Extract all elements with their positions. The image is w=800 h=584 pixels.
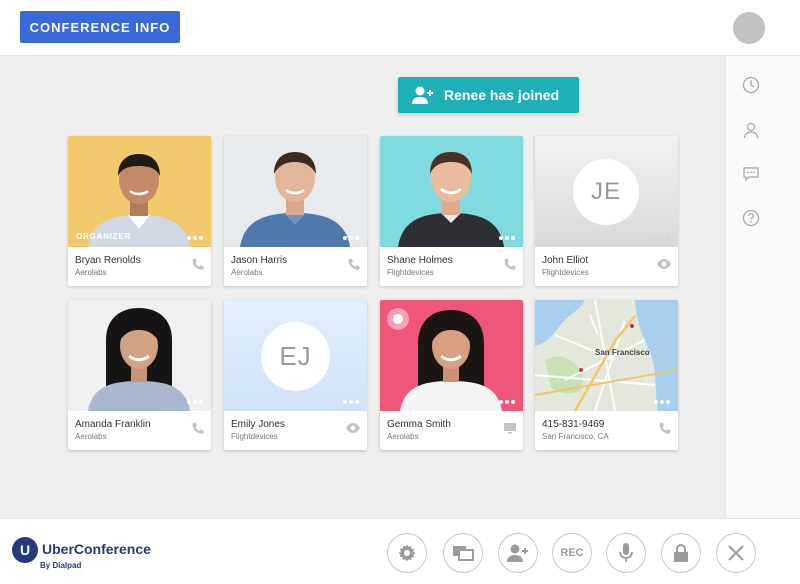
settings-button[interactable] [387, 533, 427, 573]
participant-name: Bryan Renolds [75, 255, 141, 266]
close-icon [728, 545, 744, 561]
participant-card[interactable]: EJ Emily Jones Flightdevices [224, 300, 367, 450]
participant-name: 415-831-9469 [542, 419, 605, 430]
more-options-icon[interactable] [654, 236, 670, 240]
top-bar: CONFERENCE INFO [0, 0, 800, 56]
brand-byline: By Dialpad [40, 561, 82, 570]
more-options-icon[interactable] [654, 400, 670, 404]
participant-photo [224, 136, 367, 247]
participant-name: Gemma Smith [387, 419, 451, 430]
participant-photo [68, 300, 211, 411]
more-options-icon[interactable] [499, 400, 515, 404]
record-button[interactable]: REC [552, 533, 592, 573]
lock-icon [674, 544, 688, 562]
participant-name: Amanda Franklin [75, 419, 151, 430]
participant-photo: ORGANIZER [68, 136, 211, 247]
speaking-indicator [387, 308, 409, 330]
participant-initials: EJ [261, 322, 330, 391]
participant-org: Aerolabs [387, 432, 419, 441]
help-icon[interactable] [741, 208, 761, 228]
organizer-badge: ORGANIZER [76, 232, 132, 241]
user-avatar[interactable] [733, 12, 765, 44]
add-participant-button[interactable] [498, 533, 538, 573]
eye-icon [657, 259, 671, 269]
participant-card[interactable]: Shane Holmes Flightdevices [380, 136, 523, 286]
location-map: San Francisco [535, 300, 678, 411]
participant-name: Jason Harris [231, 255, 288, 266]
participant-org: Aerolabs [231, 268, 263, 277]
gear-icon [398, 544, 416, 562]
participant-card[interactable]: San Francisco 415-831-9469 San Francisco… [535, 300, 678, 450]
eye-icon [346, 423, 360, 433]
participant-org: Flightdevices [387, 268, 434, 277]
more-options-icon[interactable] [499, 236, 515, 240]
participant-org: Aerolabs [75, 268, 107, 277]
participant-name: Shane Holmes [387, 255, 453, 266]
participant-org: Aerolabs [75, 432, 107, 441]
lock-button[interactable] [661, 533, 701, 573]
participant-card[interactable]: Jason Harris Aerolabs [224, 136, 367, 286]
participant-card[interactable]: JE John Elliot Flightdevices [535, 136, 678, 286]
participant-card[interactable]: Amanda Franklin Aerolabs [68, 300, 211, 450]
bottom-bar: U UberConference By Dialpad REC [0, 518, 800, 584]
phone-icon [192, 258, 204, 270]
map-label: San Francisco [595, 348, 650, 357]
screen-icon [504, 423, 516, 434]
end-call-button[interactable] [716, 533, 756, 573]
participant-card[interactable]: Gemma Smith Aerolabs [380, 300, 523, 450]
participant-initials: JE [573, 159, 639, 225]
screen-share-icon [453, 546, 474, 561]
phone-icon [504, 258, 516, 270]
add-user-icon [412, 86, 433, 104]
more-options-icon[interactable] [187, 236, 203, 240]
chat-icon[interactable] [741, 164, 761, 184]
more-options-icon[interactable] [187, 400, 203, 404]
right-sidebar [725, 56, 800, 518]
participant-org: Flightdevices [542, 268, 589, 277]
join-notification: Renee has joined [398, 77, 579, 113]
microphone-icon [619, 543, 633, 562]
clock-icon[interactable] [741, 75, 761, 95]
more-options-icon[interactable] [343, 400, 359, 404]
participant-name: Emily Jones [231, 419, 285, 430]
person-icon[interactable] [741, 120, 761, 140]
brand-name: UberConference [42, 541, 151, 557]
mute-button[interactable] [606, 533, 646, 573]
record-icon: REC [560, 547, 584, 559]
phone-icon [192, 422, 204, 434]
add-user-icon [507, 544, 528, 562]
phone-icon [348, 258, 360, 270]
participant-photo: EJ [224, 300, 367, 411]
participant-org: San Francisco, CA [542, 432, 609, 441]
more-options-icon[interactable] [343, 236, 359, 240]
participant-photo [380, 300, 523, 411]
uberconference-logo-icon: U [12, 537, 38, 563]
participant-name: John Elliot [542, 255, 589, 266]
participant-org: Flightdevices [231, 432, 278, 441]
phone-icon [659, 422, 671, 434]
participant-photo [380, 136, 523, 247]
participant-card[interactable]: ORGANIZER Bryan Renolds Aerolabs [68, 136, 211, 286]
participant-photo: JE [535, 136, 678, 247]
conference-info-button[interactable]: CONFERENCE INFO [20, 11, 180, 43]
screenshare-button[interactable] [443, 533, 483, 573]
